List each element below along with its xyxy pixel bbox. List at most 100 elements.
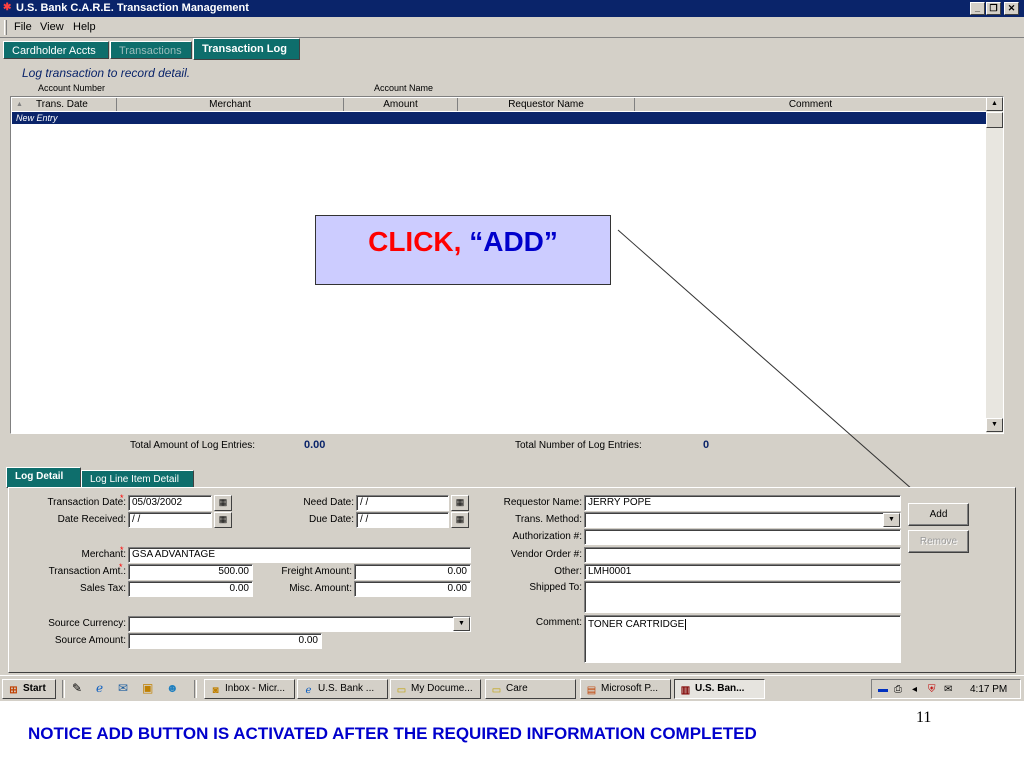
footnote-text: NOTICE ADD BUTTON IS ACTIVATED AFTER THE…: [28, 724, 757, 743]
task-label: Care: [506, 683, 528, 694]
chevron-down-icon[interactable]: ▼: [883, 513, 900, 527]
clock[interactable]: 4:17 PM: [970, 681, 1007, 699]
required-marker: *: [120, 493, 124, 503]
menu-help[interactable]: Help: [73, 21, 96, 33]
tab-log-line-item-detail[interactable]: Log Line Item Detail: [81, 470, 194, 488]
other-label: Other:: [554, 566, 582, 577]
app-icon: ▥: [680, 685, 691, 696]
app-icon: ✱: [3, 2, 12, 13]
menu-grip: [4, 20, 7, 35]
task-label: Inbox - Micr...: [225, 683, 286, 694]
panel-title: Log transaction to record detail.: [22, 66, 191, 80]
total-number-value: 0: [703, 439, 710, 451]
taskbar-divider: [194, 680, 197, 698]
due-date-field[interactable]: / /: [356, 512, 449, 528]
window-titlebar: ✱ U.S. Bank C.A.R.E. Transaction Managem…: [0, 0, 1024, 17]
start-label: Start: [23, 683, 46, 694]
need-date-label: Need Date:: [303, 497, 354, 508]
task-button-inbox[interactable]: ◙ Inbox - Micr...: [204, 679, 295, 699]
chevron-down-icon[interactable]: ▼: [453, 617, 470, 631]
account-number-label: Account Number: [38, 83, 106, 93]
vendor-order-field[interactable]: [584, 547, 901, 563]
trans-method-select[interactable]: [584, 512, 901, 528]
tab-transactions[interactable]: Transactions: [110, 41, 192, 59]
calendar-icon[interactable]: ▦: [214, 495, 232, 511]
column-merchant[interactable]: Merchant: [117, 98, 344, 111]
due-date-label: Due Date:: [308, 514, 354, 525]
scroll-thumb[interactable]: [986, 112, 1003, 128]
source-currency-select[interactable]: [128, 616, 471, 632]
add-button[interactable]: Add: [908, 503, 969, 526]
column-comment[interactable]: Comment: [635, 98, 987, 111]
window-title: U.S. Bank C.A.R.E. Transaction Managemen…: [16, 2, 249, 14]
calendar-icon[interactable]: ▦: [451, 512, 469, 528]
need-date-field[interactable]: / /: [356, 495, 449, 511]
volume-icon[interactable]: ◂: [912, 681, 917, 699]
column-amount[interactable]: Amount: [344, 98, 458, 111]
calendar-icon[interactable]: ▦: [214, 512, 232, 528]
taskbar: ⊞ Start ✎ ℯ ✉ ▣ ☻ ◙ Inbox - Micr... ℯ U.S. …: [0, 675, 1024, 701]
freight-amount-field[interactable]: 0.00: [354, 564, 471, 580]
transaction-amt-label: Transaction Amt.:: [48, 566, 126, 577]
restore-button[interactable]: ❐: [986, 2, 1001, 15]
sales-tax-label: Sales Tax:: [80, 583, 126, 594]
calendar-app-icon[interactable]: ▣: [142, 681, 153, 695]
tab-transaction-log[interactable]: Transaction Log: [193, 38, 300, 60]
comment-label: Comment:: [535, 617, 582, 628]
show-desktop-icon[interactable]: ✎: [72, 681, 82, 695]
table-row[interactable]: New Entry: [12, 112, 987, 124]
misc-amount-field[interactable]: 0.00: [354, 581, 471, 597]
mail-icon[interactable]: ✉: [944, 681, 952, 699]
misc-amount-label: Misc. Amount:: [289, 583, 352, 594]
minimize-button[interactable]: _: [970, 2, 985, 15]
scroll-down-icon[interactable]: ▼: [986, 418, 1003, 432]
task-button-care[interactable]: ▭ Care: [485, 679, 576, 699]
column-requestor-name[interactable]: Requestor Name: [458, 98, 635, 111]
other-field[interactable]: LMH0001: [584, 564, 901, 580]
task-button-usbank-app[interactable]: ▥ U.S. Ban...: [674, 679, 765, 699]
merchant-field[interactable]: GSA ADVANTAGE: [128, 547, 471, 563]
menu-view[interactable]: View: [40, 21, 64, 33]
sales-tax-field[interactable]: 0.00: [128, 581, 253, 597]
scroll-up-icon[interactable]: ▲: [986, 97, 1003, 111]
task-button-powerpoint[interactable]: ▤ Microsoft P...: [580, 679, 671, 699]
menu-file[interactable]: File: [14, 21, 32, 33]
grid-scrollbar[interactable]: ▲ ▼: [986, 97, 1003, 433]
calendar-icon[interactable]: ▦: [451, 495, 469, 511]
outlook-icon: ◙: [212, 685, 219, 696]
freight-amount-label: Freight Amount:: [281, 566, 352, 577]
close-button[interactable]: ✕: [1004, 2, 1019, 15]
task-button-my-documents[interactable]: ▭ My Docume...: [390, 679, 481, 699]
network-icon[interactable]: ▬: [878, 681, 888, 699]
ie-icon[interactable]: ℯ: [96, 681, 103, 695]
column-trans-date[interactable]: ▲ Trans. Date: [12, 98, 117, 111]
slide-number: 11: [916, 709, 932, 726]
comment-field[interactable]: TONER CARTRIDGE: [584, 615, 901, 663]
shipped-to-field[interactable]: [584, 581, 901, 613]
outlook-express-icon[interactable]: ✉: [118, 681, 128, 695]
printer-icon[interactable]: ⎙: [894, 681, 902, 699]
tab-cardholder-accts[interactable]: Cardholder Accts: [3, 41, 109, 59]
requestor-name-field[interactable]: JERRY POPE: [584, 495, 901, 511]
tab-log-detail[interactable]: Log Detail: [6, 467, 81, 488]
date-received-label: Date Received:: [57, 514, 126, 525]
transaction-amt-field[interactable]: 500.00: [128, 564, 253, 580]
messenger-icon[interactable]: ☻: [166, 681, 179, 695]
antivirus-shield-icon[interactable]: ⛨: [928, 681, 936, 699]
shipped-to-label: Shipped To:: [529, 582, 582, 593]
transaction-date-field[interactable]: 05/03/2002: [128, 495, 212, 511]
system-tray: ▬ ⎙ ◂ ⛨ ✉ 4:17 PM: [871, 679, 1021, 699]
start-button[interactable]: ⊞ Start: [2, 679, 56, 699]
folder-icon: ▭: [396, 685, 407, 696]
trans-method-label: Trans. Method:: [515, 514, 582, 525]
remove-button[interactable]: Remove: [908, 530, 969, 553]
date-received-field[interactable]: / /: [128, 512, 212, 528]
task-button-usbank-browser[interactable]: ℯ U.S. Bank ...: [297, 679, 388, 699]
source-currency-label: Source Currency:: [48, 618, 126, 629]
total-amount-value: 0.00: [304, 439, 326, 451]
authorization-field[interactable]: [584, 529, 901, 545]
top-tab-strip: Cardholder Accts Transactions Transactio…: [0, 38, 1024, 60]
vendor-order-label: Vendor Order #:: [510, 549, 582, 560]
source-amount-field[interactable]: 0.00: [128, 633, 322, 649]
task-label: Microsoft P...: [601, 683, 659, 694]
